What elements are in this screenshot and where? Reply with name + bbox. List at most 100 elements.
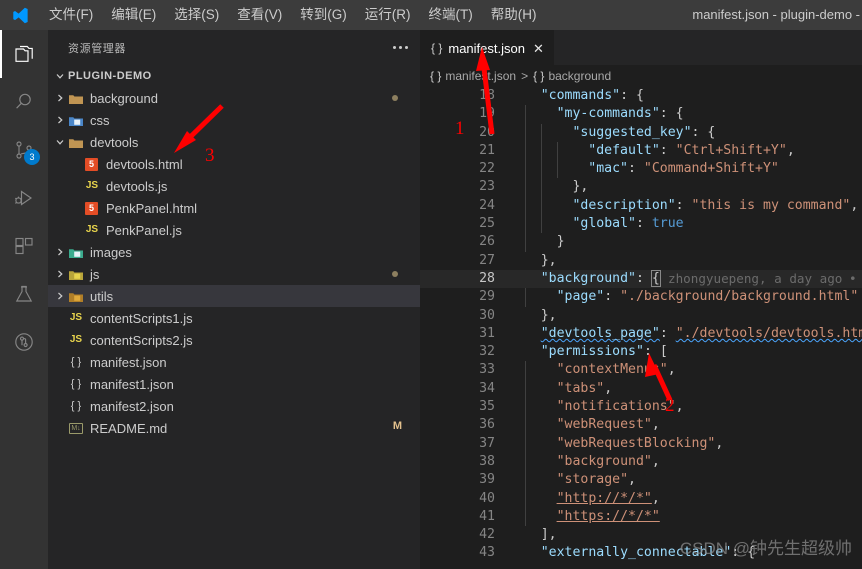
indent-guide: [524, 178, 526, 197]
code-line[interactable]: 22 "mac": "Command+Shift+Y": [420, 160, 862, 179]
line-number: 39: [479, 472, 495, 488]
tree-folder-background[interactable]: background: [48, 87, 420, 109]
tab-manifest-json[interactable]: { } manifest.json ✕: [420, 30, 554, 65]
indent-guide: [556, 160, 558, 179]
code-line[interactable]: 20 "suggested_key": {: [420, 123, 862, 142]
tree-file-devtools-html[interactable]: 5 devtools.html: [48, 153, 420, 175]
code-text: }: [557, 233, 565, 251]
code-line[interactable]: 21 "default": "Ctrl+Shift+Y",: [420, 141, 862, 161]
code-line[interactable]: 38 "background",: [420, 452, 862, 472]
tree-file-manifest-json[interactable]: { } manifest.json: [48, 351, 420, 373]
line-number: 42: [479, 527, 495, 543]
activitybar-item-run-debug[interactable]: [0, 174, 48, 222]
tree-item-label: background: [90, 90, 158, 106]
tree-folder-css[interactable]: css: [48, 109, 420, 131]
menu-edit[interactable]: 编辑(E): [102, 0, 165, 30]
indent-guide: [524, 398, 526, 417]
code-text: "background",: [557, 453, 660, 471]
vscode-logo-icon[interactable]: [0, 0, 40, 30]
activitybar-item-explorer[interactable]: [0, 30, 48, 78]
code-line[interactable]: 35 "notifications",: [420, 398, 862, 417]
code-line[interactable]: 34 "tabs",: [420, 379, 862, 399]
code-line[interactable]: 28 "background": {zhongyuepeng, a day ago…: [420, 269, 862, 289]
menu-view[interactable]: 查看(V): [228, 0, 291, 30]
code-line[interactable]: 42],: [420, 526, 862, 544]
code-line[interactable]: 29 "page": "./background/background.html": [420, 288, 862, 307]
code-line[interactable]: 37 "webRequestBlocking",: [420, 434, 862, 453]
tree-file-penkpanel-js[interactable]: JS PenkPanel.js: [48, 219, 420, 241]
code-token: ,: [667, 362, 676, 378]
breadcrumb-item-symbol[interactable]: { } background: [533, 69, 611, 83]
menu-bar: 文件(F) 编辑(E) 选择(S) 查看(V) 转到(G) 运行(R) 终端(T…: [40, 0, 546, 30]
tree-file-manifest2-json[interactable]: { } manifest2.json: [48, 395, 420, 417]
code-line[interactable]: 40 "http://*/*",: [420, 489, 862, 508]
menu-run[interactable]: 运行(R): [356, 0, 420, 30]
title-bar: 文件(F) 编辑(E) 选择(S) 查看(V) 转到(G) 运行(R) 终端(T…: [0, 0, 862, 30]
activitybar-item-source-control[interactable]: 3: [0, 126, 48, 174]
chevron-right-icon: [52, 241, 68, 263]
breadcrumb: { } manifest.json > { } background: [420, 65, 862, 87]
indent-guide: [524, 507, 526, 527]
activitybar-item-testing[interactable]: [0, 270, 48, 318]
code-line[interactable]: 32 "permissions": [: [420, 343, 862, 361]
indent-guide: [524, 361, 526, 380]
tree-folder-devtools[interactable]: devtools: [48, 131, 420, 153]
code-line[interactable]: 36 "webRequest",: [420, 416, 862, 435]
json-icon: { }: [70, 378, 82, 390]
code-line[interactable]: 24 "description": "this is my command",: [420, 196, 862, 216]
json-icon: { }: [70, 400, 82, 412]
code-line[interactable]: 25 "global": true: [420, 215, 862, 234]
code-line[interactable]: 41 "https://*/*": [420, 507, 862, 527]
breadcrumb-item-file[interactable]: { } manifest.json: [430, 69, 516, 83]
more-actions-icon[interactable]: [393, 46, 408, 49]
code-line[interactable]: 26}: [420, 233, 862, 252]
code-line[interactable]: 39 "storage",: [420, 471, 862, 490]
menu-selection[interactable]: 选择(S): [165, 0, 228, 30]
tree-file-contentscripts2-js[interactable]: JS contentScripts2.js: [48, 329, 420, 351]
code-line[interactable]: 33 "contextMenus",: [420, 361, 862, 380]
code-token: :: [675, 197, 692, 213]
tree-file-devtools-js[interactable]: JS devtools.js: [48, 175, 420, 197]
menu-file[interactable]: 文件(F): [40, 0, 102, 30]
activitybar-item-search[interactable]: [0, 78, 48, 126]
folder-css-icon: [68, 112, 84, 128]
code-editor[interactable]: 18 "commands": {19 "my-commands": {20 "sugg…: [420, 87, 862, 569]
code-text: "tabs",: [557, 380, 613, 398]
code-line[interactable]: 19 "my-commands": {: [420, 105, 862, 124]
activitybar-item-extensions[interactable]: [0, 222, 48, 270]
tree-file-penkpanel-html[interactable]: 5 PenkPanel.html: [48, 197, 420, 219]
code-text: "permissions": [: [541, 343, 668, 361]
editor-tabs: { } manifest.json ✕: [420, 30, 862, 65]
line-number: 37: [479, 435, 495, 451]
close-icon[interactable]: ✕: [533, 42, 544, 55]
menu-go[interactable]: 转到(G): [291, 0, 356, 30]
code-line[interactable]: 27},: [420, 252, 862, 270]
tree-file-readme-md[interactable]: M↓ README.md M: [48, 417, 420, 439]
menu-terminal[interactable]: 终端(T): [420, 0, 482, 30]
code-token: ,: [604, 380, 613, 396]
tree-folder-utils[interactable]: utils: [48, 285, 420, 307]
code-line[interactable]: 18 "commands": {: [420, 87, 862, 105]
activitybar-item-git-graph[interactable]: [0, 318, 48, 366]
js-icon: JS: [85, 224, 99, 235]
menu-help[interactable]: 帮助(H): [482, 0, 546, 30]
tree-root-plugin-demo[interactable]: PLUGIN-DEMO: [48, 65, 420, 87]
indent-guide: [524, 288, 526, 307]
code-token: "externally_connectable": [540, 545, 732, 561]
code-token: ,: [715, 435, 724, 451]
tree-folder-images[interactable]: images: [48, 241, 420, 263]
code-line[interactable]: 43 "externally_connectable": {: [420, 544, 862, 562]
folder-js-icon: [68, 266, 84, 282]
tree-file-manifest1-json[interactable]: { } manifest1.json: [48, 373, 420, 395]
code-line[interactable]: 23},: [420, 178, 862, 197]
tree-folder-js[interactable]: js: [48, 263, 420, 285]
tree-file-contentscripts1-js[interactable]: JS contentScripts1.js: [48, 307, 420, 329]
code-line[interactable]: 30},: [420, 307, 862, 325]
explorer-sidebar: 资源管理器 PLUGIN-DEMO background css devtools 5…: [48, 30, 420, 569]
code-text: "https://*/*": [557, 508, 660, 526]
tree-item-label: devtools.js: [106, 178, 168, 194]
code-line[interactable]: 31 "devtools_page": "./devtools/devtools.…: [420, 325, 862, 343]
code-token: "suggested_key": [572, 124, 692, 140]
